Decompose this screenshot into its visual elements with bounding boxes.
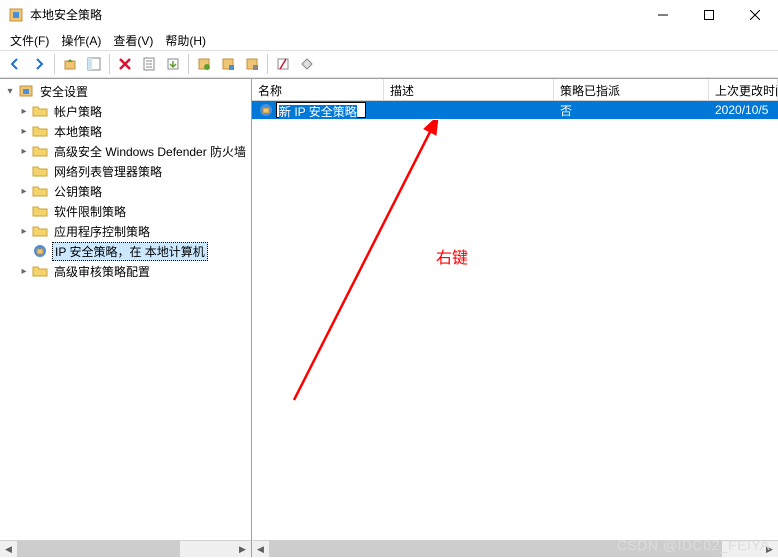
list-panel: 名称 描述 策略已指派 上次更改时间 新 IP 安全策略 否2020/10/5 xyxy=(252,79,778,540)
tool-button-4[interactable] xyxy=(272,53,294,75)
scroll-right-icon[interactable]: ▶ xyxy=(761,541,778,558)
tree-item[interactable]: ▸ 本地策略 xyxy=(0,121,251,141)
tree-item-label: 高级安全 Windows Defender 防火墙 xyxy=(52,142,248,161)
expand-icon[interactable]: ▸ xyxy=(18,266,30,277)
forward-button[interactable] xyxy=(28,53,50,75)
tree-item[interactable]: ▸ 公钥策略 xyxy=(0,181,251,201)
tree-item-label: 帐户策略 xyxy=(52,102,104,121)
back-button[interactable] xyxy=(4,53,26,75)
list-body[interactable]: 新 IP 安全策略 否2020/10/5 xyxy=(252,101,778,540)
tree-item-label: 本地策略 xyxy=(52,122,104,141)
scroll-right-icon[interactable]: ▶ xyxy=(234,541,251,558)
properties-button[interactable] xyxy=(138,53,160,75)
tree-item[interactable]: 软件限制策略 xyxy=(0,201,251,221)
expand-icon[interactable]: ▸ xyxy=(18,226,30,237)
security-root-icon xyxy=(18,83,34,99)
delete-button[interactable] xyxy=(114,53,136,75)
tree-item-label: 应用程序控制策略 xyxy=(52,222,152,241)
cell-desc xyxy=(384,109,554,111)
cell-assigned: 否 xyxy=(554,101,709,120)
folder-icon xyxy=(32,263,48,279)
rename-input[interactable]: 新 IP 安全策略 xyxy=(276,102,366,118)
folder-icon xyxy=(32,203,48,219)
expand-icon[interactable]: ▸ xyxy=(18,106,30,117)
tool-button-3[interactable] xyxy=(241,53,263,75)
folder-icon xyxy=(32,183,48,199)
export-button[interactable] xyxy=(162,53,184,75)
maximize-button[interactable] xyxy=(686,0,732,30)
tree-root-label: 安全设置 xyxy=(38,82,90,101)
folder-icon xyxy=(32,223,48,239)
menu-help[interactable]: 帮助(H) xyxy=(159,30,212,51)
expand-icon[interactable]: ▸ xyxy=(18,186,30,197)
cell-modified: 2020/10/5 xyxy=(709,102,778,118)
column-desc[interactable]: 描述 xyxy=(384,79,554,100)
expand-icon[interactable]: ▸ xyxy=(18,126,30,137)
folder-icon xyxy=(32,143,48,159)
folder-icon xyxy=(32,163,48,179)
scroll-left-icon[interactable]: ◀ xyxy=(0,541,17,558)
collapse-icon[interactable]: ▾ xyxy=(4,86,16,97)
toolbar-separator xyxy=(188,54,189,74)
toolbar-separator xyxy=(109,54,110,74)
tree-item-label: 网络列表管理器策略 xyxy=(52,162,164,181)
expand-icon[interactable]: ▸ xyxy=(18,146,30,157)
tool-button-1[interactable] xyxy=(193,53,215,75)
close-button[interactable] xyxy=(732,0,778,30)
titlebar: 本地安全策略 xyxy=(0,0,778,30)
list-header: 名称 描述 策略已指派 上次更改时间 xyxy=(252,79,778,101)
app-icon xyxy=(8,7,24,23)
tree-root[interactable]: ▾ 安全设置 xyxy=(0,81,251,101)
tree-item-label: 高级审核策略配置 xyxy=(52,262,152,281)
scroll-left-icon[interactable]: ◀ xyxy=(252,541,269,558)
up-button[interactable] xyxy=(59,53,81,75)
tool-button-2[interactable] xyxy=(217,53,239,75)
window-title: 本地安全策略 xyxy=(30,6,640,23)
ipsec-icon xyxy=(32,243,48,259)
tree-item[interactable]: ▸ 应用程序控制策略 xyxy=(0,221,251,241)
tree-item[interactable]: IP 安全策略，在 本地计算机 xyxy=(0,241,251,261)
folder-icon xyxy=(32,103,48,119)
column-name[interactable]: 名称 xyxy=(252,79,384,100)
list-hscroll[interactable]: ◀ ▶ xyxy=(252,540,778,557)
tree-item[interactable]: 网络列表管理器策略 xyxy=(0,161,251,181)
toolbar-separator xyxy=(267,54,268,74)
tree[interactable]: ▾ 安全设置 ▸ 帐户策略 ▸ 本地策略 ▸ 高级安全 Windows Defender … xyxy=(0,79,251,540)
show-tree-button[interactable] xyxy=(83,53,105,75)
bottom-scrollbar-area: ◀ ▶ ◀ ▶ xyxy=(0,540,778,557)
toolbar xyxy=(0,50,778,78)
tool-button-5[interactable] xyxy=(296,53,318,75)
tree-item[interactable]: ▸ 高级安全 Windows Defender 防火墙 xyxy=(0,141,251,161)
minimize-button[interactable] xyxy=(640,0,686,30)
toolbar-separator xyxy=(54,54,55,74)
tree-item-label: 公钥策略 xyxy=(52,182,104,201)
column-modified[interactable]: 上次更改时间 xyxy=(709,79,778,100)
tree-item[interactable]: ▸ 高级审核策略配置 xyxy=(0,261,251,281)
tree-hscroll[interactable]: ◀ ▶ xyxy=(0,540,252,557)
folder-icon xyxy=(32,123,48,139)
list-row[interactable]: 新 IP 安全策略 否2020/10/5 xyxy=(252,101,778,119)
menubar: 文件(F) 操作(A) 查看(V) 帮助(H) xyxy=(0,30,778,50)
tree-item[interactable]: ▸ 帐户策略 xyxy=(0,101,251,121)
menu-view[interactable]: 查看(V) xyxy=(107,30,159,51)
menu-file[interactable]: 文件(F) xyxy=(4,30,55,51)
column-assigned[interactable]: 策略已指派 xyxy=(554,79,709,100)
menu-action[interactable]: 操作(A) xyxy=(55,30,107,51)
tree-item-label: 软件限制策略 xyxy=(52,202,128,221)
cell-name: 新 IP 安全策略 xyxy=(252,101,384,119)
content-area: ▾ 安全设置 ▸ 帐户策略 ▸ 本地策略 ▸ 高级安全 Windows Defender … xyxy=(0,78,778,540)
tree-panel: ▾ 安全设置 ▸ 帐户策略 ▸ 本地策略 ▸ 高级安全 Windows Defender … xyxy=(0,79,252,540)
tree-item-label: IP 安全策略，在 本地计算机 xyxy=(52,242,208,261)
